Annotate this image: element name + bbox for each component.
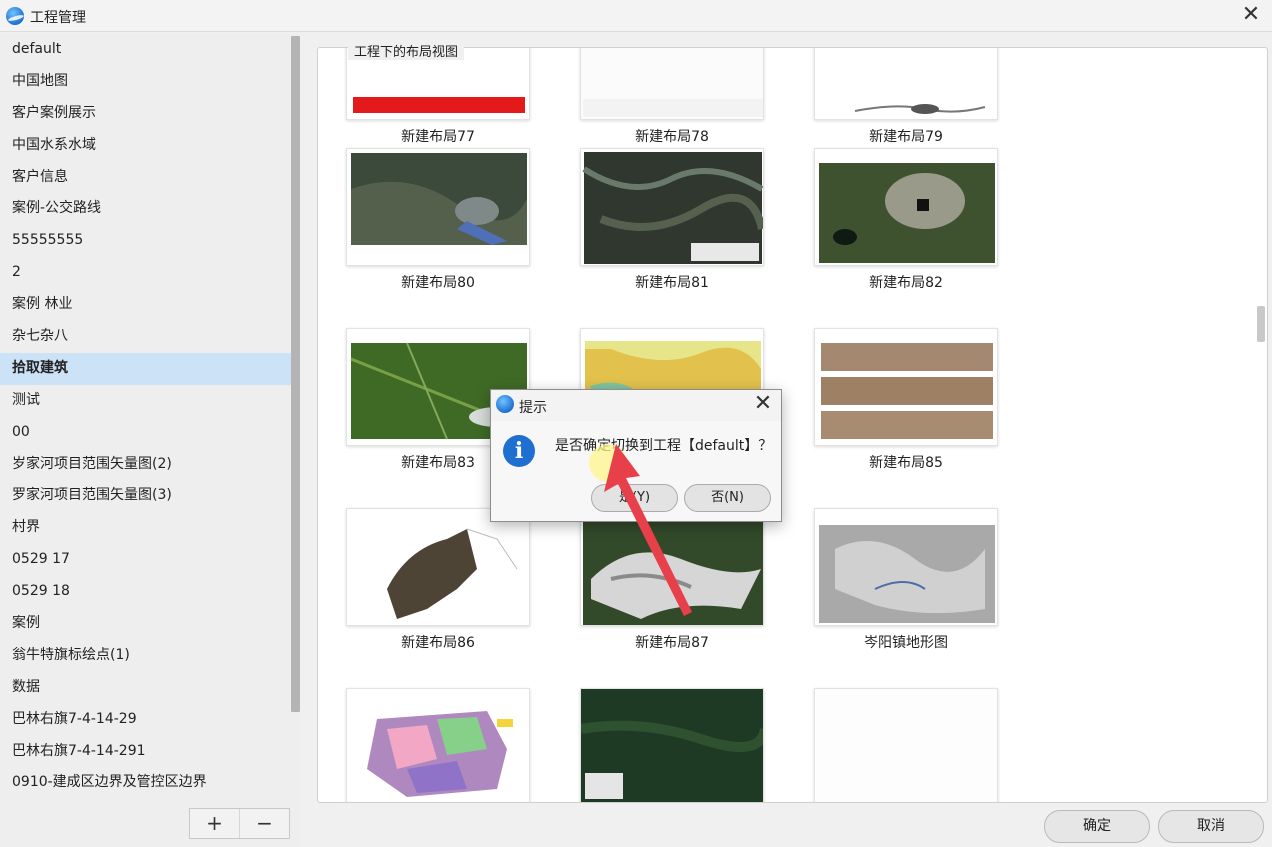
sidebar-item[interactable]: 测试: [0, 385, 291, 417]
layout-name[interactable]: 新建布局79: [814, 126, 998, 146]
sidebar-item[interactable]: 村界: [0, 512, 291, 544]
ok-button[interactable]: 确定: [1044, 810, 1150, 843]
sidebar-item[interactable]: 数据: [0, 672, 291, 704]
layout-name[interactable]: 新建布局77: [346, 126, 530, 146]
layout-thumbnail[interactable]: [814, 688, 998, 802]
sidebar-item[interactable]: 中国地图: [0, 66, 291, 98]
sidebar-item[interactable]: 中国水系水域: [0, 130, 291, 162]
layout-thumbnail[interactable]: [580, 688, 764, 802]
dialog-app-icon: [496, 395, 514, 413]
sidebar-item[interactable]: 翁牛特旗标绘点(1): [0, 640, 291, 672]
sidebar-item[interactable]: 0529 18: [0, 576, 291, 608]
remove-project-button[interactable]: −: [239, 809, 289, 838]
layout-thumbnail[interactable]: [814, 328, 998, 446]
sidebar-item[interactable]: 巴林右旗7-4-14-291: [0, 736, 291, 768]
layout-name[interactable]: 岑阳镇地形图: [814, 632, 998, 652]
layout-thumbnail[interactable]: [814, 148, 998, 266]
window-title: 工程管理: [30, 10, 86, 26]
layout-thumbnail[interactable]: [580, 48, 764, 120]
app-logo-icon: [6, 7, 24, 25]
sidebar-item[interactable]: 巴林右旗7-4-14-29: [0, 704, 291, 736]
sidebar-item[interactable]: 55555555: [0, 225, 291, 257]
sidebar-item[interactable]: 杂七杂八: [0, 321, 291, 353]
sidebar-item[interactable]: 客户信息: [0, 162, 291, 194]
sidebar-item[interactable]: 0529 17: [0, 544, 291, 576]
sidebar-item[interactable]: 案例-公交路线: [0, 193, 291, 225]
layout-thumbnail[interactable]: [346, 688, 530, 802]
window-close-icon[interactable]: ✕: [1238, 3, 1264, 29]
layout-thumbnail[interactable]: [814, 508, 998, 626]
info-icon: i: [503, 435, 535, 467]
layout-name[interactable]: 新建布局86: [346, 632, 530, 652]
sidebar-item[interactable]: 00: [0, 417, 291, 449]
layout-name[interactable]: 新建布局81: [580, 272, 764, 292]
cancel-button[interactable]: 取消: [1158, 810, 1264, 843]
layout-name[interactable]: 新建布局85: [814, 452, 998, 472]
dialog-close-icon[interactable]: ✕: [751, 392, 775, 418]
title-bar: 工程管理 ✕: [0, 0, 1272, 32]
sidebar-item[interactable]: 2: [0, 257, 291, 289]
sidebar-item[interactable]: 客户案例展示: [0, 98, 291, 130]
annotation-arrow-icon: [604, 444, 692, 616]
sidebar-item[interactable]: 岁家河项目范围矢量图(2): [0, 449, 291, 481]
layout-name[interactable]: 新建布局78: [580, 126, 764, 146]
layout-thumbnail[interactable]: [814, 48, 998, 120]
layout-thumbnail[interactable]: [346, 508, 530, 626]
layout-name[interactable]: 新建布局82: [814, 272, 998, 292]
dialog-title-bar: 提示 ✕: [491, 390, 781, 421]
sidebar-item[interactable]: 罗家河项目范围矢量图(3): [0, 480, 291, 512]
dialog-title: 提示: [519, 400, 547, 416]
layout-group-title: 工程下的布局视图: [348, 41, 465, 60]
layout-thumbnail[interactable]: [580, 148, 764, 266]
project-sidebar: default 中国地图 客户案例展示 中国水系水域 客户信息 案例-公交路线 555555…: [0, 34, 300, 847]
sidebar-scrollbar[interactable]: [291, 36, 300, 712]
layout-name[interactable]: 新建布局87: [580, 632, 764, 652]
project-list: default 中国地图 客户案例展示 中国水系水域 客户信息 案例-公交路线 555555…: [0, 34, 291, 804]
layout-scrollbar[interactable]: [1257, 306, 1265, 342]
sidebar-item[interactable]: 案例 林业: [0, 289, 291, 321]
layout-name[interactable]: 新建布局80: [346, 272, 530, 292]
sidebar-item[interactable]: 拾取建筑: [0, 352, 291, 385]
add-project-button[interactable]: +: [190, 809, 239, 838]
layout-thumbnail[interactable]: [346, 148, 530, 266]
sidebar-item[interactable]: default: [0, 34, 291, 66]
sidebar-item[interactable]: 案例: [0, 608, 291, 640]
layout-view-group: 新建布局77 新建布局78 新建布局79 新建布局80 新建布局81 新建布局82 新建布局…: [317, 47, 1268, 803]
sidebar-item[interactable]: 0910-建成区边界及管控区边界: [0, 767, 291, 799]
project-list-actions: + −: [189, 808, 290, 839]
